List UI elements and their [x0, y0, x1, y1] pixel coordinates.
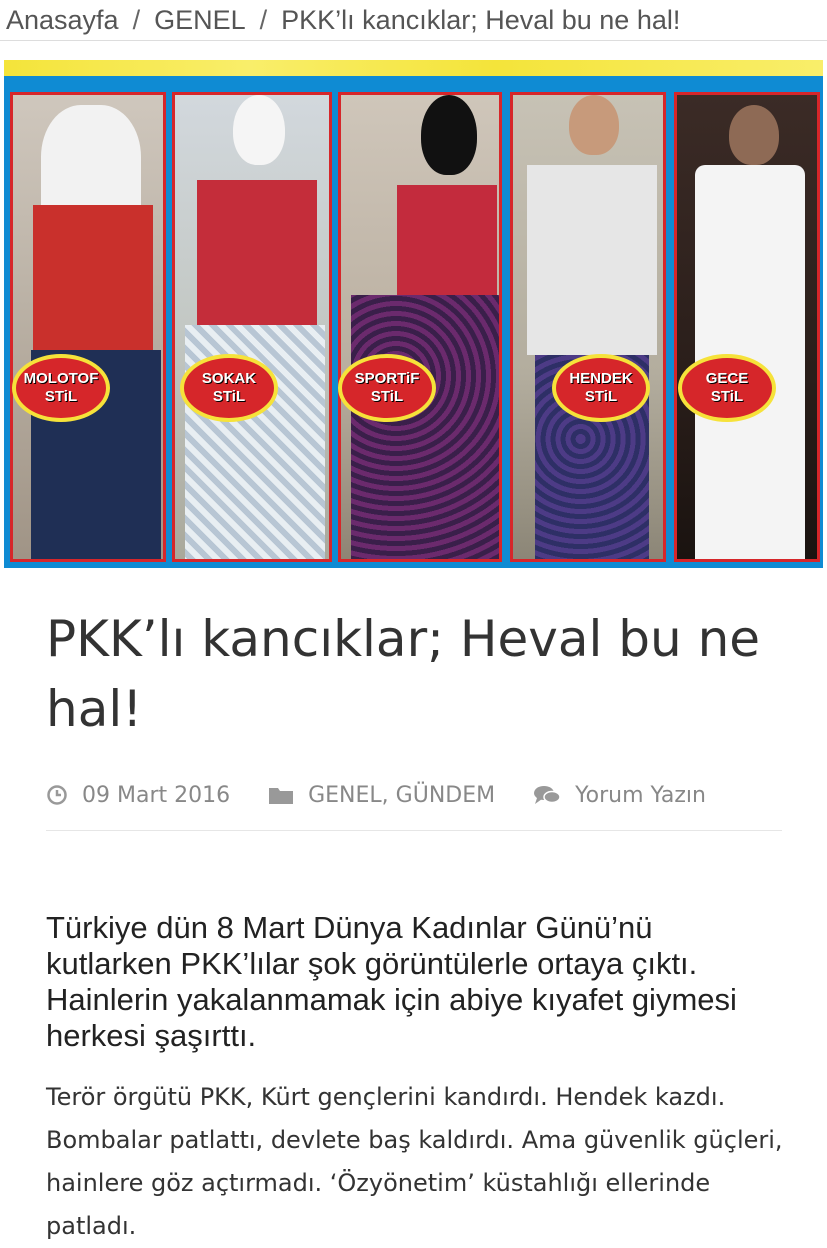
breadcrumb-home-link[interactable]: Anasayfa — [6, 5, 119, 36]
badge-line: MOLOTOF — [23, 370, 99, 387]
photo-panel-gece — [674, 92, 820, 562]
breadcrumb-separator: / — [259, 4, 268, 35]
post-comments: Yorum Yazın — [533, 783, 706, 808]
article-featured-image[interactable]: MOLOTOF STiL SOKAK STiL SPORTiF STiL HEN… — [4, 60, 823, 568]
badge-line: GECE — [705, 370, 749, 387]
badge-line: STiL — [710, 388, 744, 405]
style-badge-gece: GECE STiL — [678, 354, 776, 422]
comments-icon — [534, 786, 561, 804]
article-meta: 09 Mart 2016 GENEL , GÜNDEM Yorum Yazın — [46, 774, 782, 831]
badge-line: SPORTiF — [354, 370, 420, 387]
person-figure — [33, 205, 153, 355]
breadcrumb-category-link[interactable]: GENEL — [154, 5, 246, 36]
badge-line: STiL — [370, 388, 404, 405]
photo-panel-sportif — [338, 92, 502, 562]
person-head — [569, 95, 619, 155]
breadcrumb: Anasayfa / GENEL / PKK’lı kancıklar; Hev… — [0, 0, 827, 41]
style-badge-molotof: MOLOTOF STiL — [12, 354, 110, 422]
category-link-gundem[interactable]: GÜNDEM — [396, 783, 495, 808]
badge-line: STiL — [212, 388, 246, 405]
person-head — [729, 105, 779, 165]
style-badge-hendek: HENDEK STiL — [552, 354, 650, 422]
write-comment-link[interactable]: Yorum Yazın — [575, 783, 706, 808]
style-badge-sokak: SOKAK STiL — [180, 354, 278, 422]
photo-panel-molotof — [10, 92, 166, 562]
style-badge-sportif: SPORTiF STiL — [338, 354, 436, 422]
photo-panel-sokak — [172, 92, 332, 562]
article-body-paragraph: Terör örgütü PKK, Kürt gençlerini kandır… — [46, 1083, 783, 1240]
badge-line: STiL — [584, 388, 618, 405]
category-link-genel[interactable]: GENEL — [308, 783, 382, 808]
breadcrumb-current: PKK’lı kancıklar; Heval bu ne hal! — [281, 4, 681, 35]
breadcrumb-separator: / — [132, 4, 141, 35]
clock-icon — [47, 785, 67, 805]
person-figure — [197, 180, 317, 330]
person-figure — [527, 165, 657, 355]
mask-figure — [421, 95, 477, 175]
person-figure — [397, 185, 497, 295]
image-banner-strip — [4, 60, 823, 76]
folder-icon — [269, 788, 294, 804]
post-date-text: 09 Mart 2016 — [82, 782, 231, 808]
mask-figure — [233, 95, 285, 165]
article-title: PKK’lı kancıklar; Heval bu ne hal! — [46, 610, 761, 738]
article-lead: Türkiye dün 8 Mart Dünya Kadınlar Günü’n… — [46, 910, 737, 1053]
category-separator: , — [381, 782, 396, 808]
article-card: MOLOTOF STiL SOKAK STiL SPORTiF STiL HEN… — [0, 44, 827, 1240]
person-figure — [351, 295, 499, 559]
photo-panel-hendek — [510, 92, 666, 562]
badge-line: STiL — [44, 388, 78, 405]
badge-line: HENDEK — [569, 370, 633, 387]
badge-line: SOKAK — [201, 370, 257, 387]
post-categories: GENEL , GÜNDEM — [268, 783, 495, 808]
post-date: 09 Mart 2016 — [46, 783, 230, 808]
